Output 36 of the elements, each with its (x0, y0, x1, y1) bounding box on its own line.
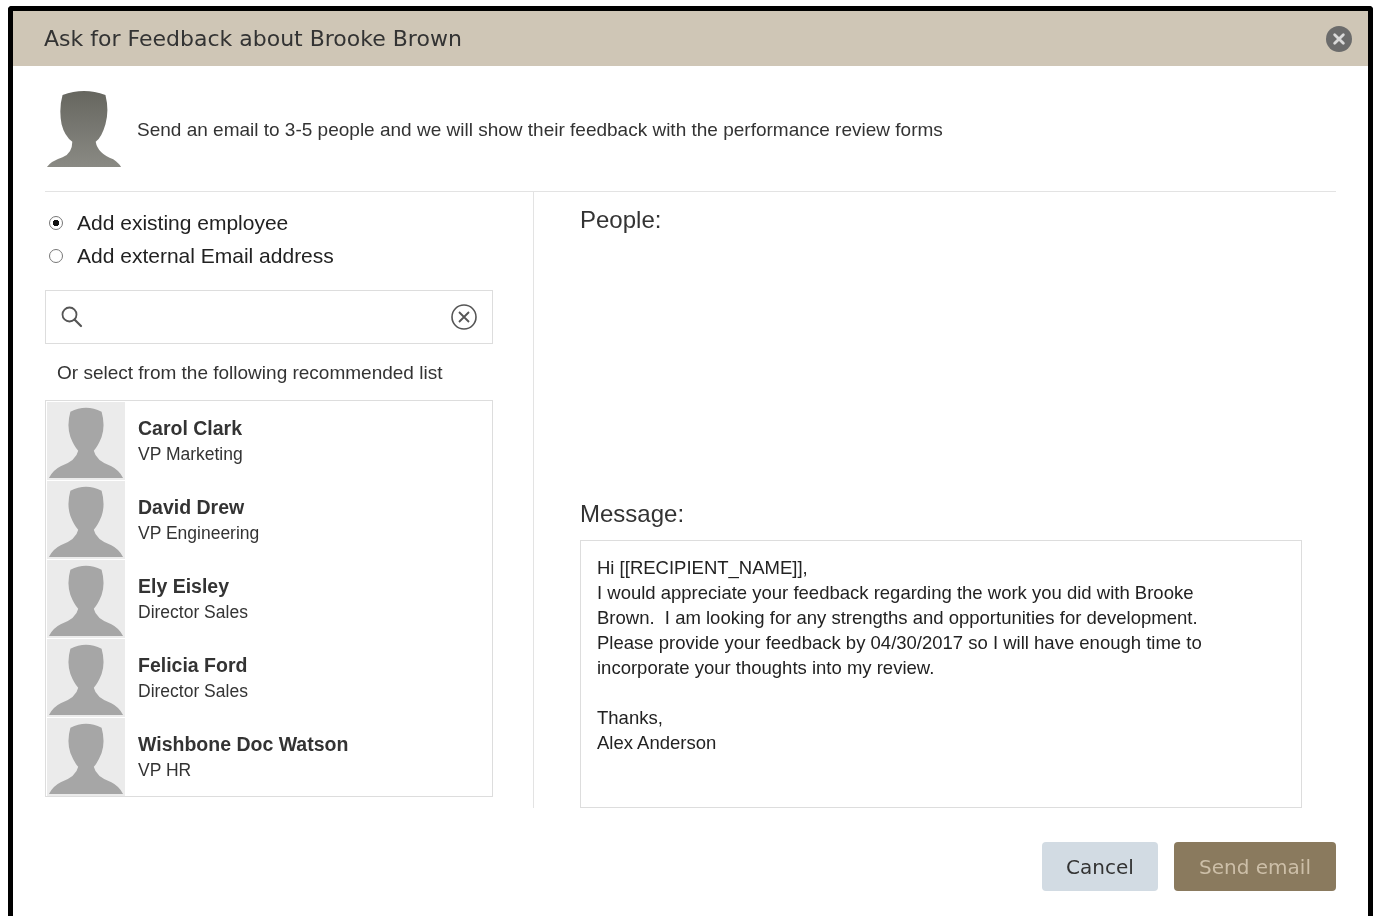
person-title: Director Sales (138, 680, 248, 702)
people-label: People: (580, 206, 663, 234)
close-icon[interactable] (1326, 25, 1352, 52)
person-name: Carol Clark (138, 416, 243, 440)
person-list-item[interactable]: Ely Eisley Director Sales (46, 559, 492, 638)
message-label: Message: (580, 500, 686, 528)
person-name: David Drew (138, 495, 246, 519)
person-silhouette-icon (46, 480, 126, 559)
radio-icon[interactable] (49, 215, 63, 230)
person-title: VP HR (138, 759, 193, 781)
person-name: Felicia Ford (138, 653, 248, 677)
message-field[interactable]: Hi [[RECIPIENT_NAME]], I would appreciate your feedback regarding the work you did with Brooke Brown. I am looking for any strengths and opportunities for development. Please provide your feedback by 04/30/2017 so I will have enough time to incorporate your thoughts into my review. Thanks, Alex Anderson (580, 540, 1302, 808)
person-list-item[interactable]: David Drew VP Engineering (46, 480, 492, 559)
person-silhouette-icon (46, 638, 126, 717)
intro-text: Send an email to 3-5 people and we will show their feedback with the performance review forms (137, 119, 943, 141)
person-list-item[interactable]: Carol Clark VP Marketing (46, 401, 492, 480)
person-silhouette-icon (46, 717, 126, 796)
person-silhouette-icon (46, 401, 126, 480)
person-list-item[interactable]: Felicia Ford Director Sales (46, 638, 492, 717)
cancel-button[interactable]: Cancel (1042, 842, 1158, 891)
list-caption: Or select from the following recommended list (57, 362, 444, 384)
person-name: Ely Eisley (138, 574, 231, 598)
search-icon (60, 305, 84, 329)
person-list-item[interactable]: Wishbone Doc Watson VP HR (46, 717, 492, 796)
search-field[interactable] (45, 290, 493, 344)
radio-option[interactable]: Add external Email address (45, 239, 533, 272)
radio-option[interactable]: Add existing employee (45, 206, 533, 239)
dialog-title: Ask for Feedback about Brooke Brown (44, 26, 462, 51)
clear-icon[interactable] (450, 303, 478, 331)
person-title: Director Sales (138, 601, 248, 623)
person-title: VP Engineering (138, 522, 260, 544)
person-title: VP Marketing (138, 443, 243, 465)
person-silhouette-icon (46, 559, 126, 638)
person-silhouette-icon (45, 91, 123, 169)
radio-icon[interactable] (49, 248, 63, 263)
person-name: Wishbone Doc Watson (138, 732, 349, 756)
